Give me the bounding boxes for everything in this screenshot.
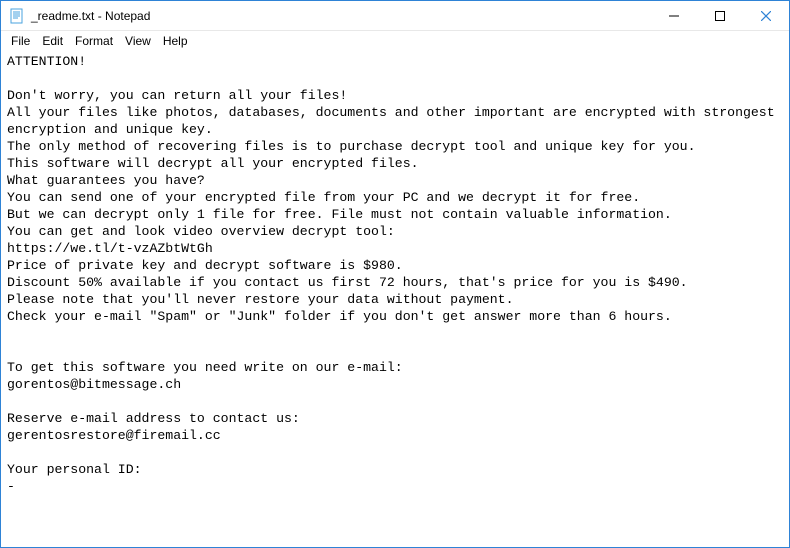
menubar: File Edit Format View Help xyxy=(1,31,789,51)
window-controls xyxy=(651,1,789,30)
maximize-icon xyxy=(715,11,725,21)
notepad-window: _readme.txt - Notepad File Edit Format V… xyxy=(0,0,790,548)
close-icon xyxy=(761,11,771,21)
maximize-button[interactable] xyxy=(697,1,743,30)
minimize-button[interactable] xyxy=(651,1,697,30)
menu-edit[interactable]: Edit xyxy=(36,33,69,49)
menu-help[interactable]: Help xyxy=(157,33,194,49)
menu-file[interactable]: File xyxy=(5,33,36,49)
text-area[interactable]: ATTENTION! Don't worry, you can return a… xyxy=(1,51,789,547)
menu-format[interactable]: Format xyxy=(69,33,119,49)
titlebar[interactable]: _readme.txt - Notepad xyxy=(1,1,789,31)
window-title: _readme.txt - Notepad xyxy=(31,9,651,23)
notepad-icon xyxy=(9,8,25,24)
menu-view[interactable]: View xyxy=(119,33,157,49)
minimize-icon xyxy=(669,11,679,21)
close-button[interactable] xyxy=(743,1,789,30)
